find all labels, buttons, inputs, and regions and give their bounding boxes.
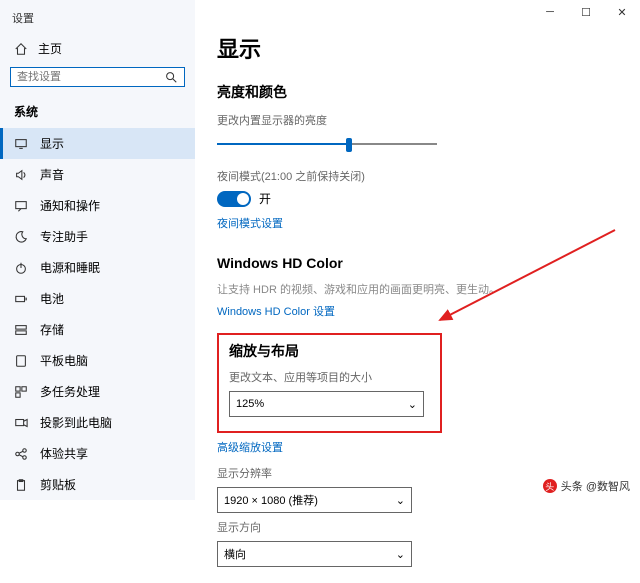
nav-item-tablet[interactable]: 平板电脑 <box>0 345 195 376</box>
hdr-link[interactable]: Windows HD Color 设置 <box>217 303 335 319</box>
nav-item-power[interactable]: 电源和睡眠 <box>0 252 195 283</box>
orientation-label: 显示方向 <box>217 519 618 535</box>
moon-icon <box>14 230 28 244</box>
watermark-logo-icon: 头 <box>543 479 557 493</box>
nav-item-focus[interactable]: 专注助手 <box>0 221 195 252</box>
brightness-heading: 亮度和颜色 <box>217 82 618 102</box>
scale-heading: 缩放与布局 <box>229 341 430 361</box>
brightness-label: 更改内置显示器的亮度 <box>217 112 618 128</box>
nav-list: 显示 声音 通知和操作 专注助手 电源和睡眠 电池 存储 平板电脑 多任务处理 … <box>0 128 195 500</box>
nav-item-sound[interactable]: 声音 <box>0 159 195 190</box>
advanced-scale-link[interactable]: 高级缩放设置 <box>217 439 283 455</box>
orientation-select[interactable]: 横向 ⌄ <box>217 541 412 567</box>
nav-item-battery[interactable]: 电池 <box>0 283 195 314</box>
main-panel: ─ ☐ ✕ 显示 亮度和颜色 更改内置显示器的亮度 夜间模式(21:00 之前保… <box>195 0 640 500</box>
app-title: 设置 <box>12 10 34 26</box>
hdr-heading: Windows HD Color <box>217 255 618 271</box>
search-input-wrap[interactable] <box>10 67 185 87</box>
group-label: 系统 <box>0 99 195 128</box>
scale-highlight-box: 缩放与布局 更改文本、应用等项目的大小 125% ⌄ <box>217 333 442 433</box>
page-title: 显示 <box>217 32 618 64</box>
chevron-down-icon: ⌄ <box>396 494 405 507</box>
home-label: 主页 <box>38 40 62 57</box>
nav-item-project[interactable]: 投影到此电脑 <box>0 407 195 438</box>
storage-icon <box>14 323 28 337</box>
nightlight-toggle[interactable] <box>217 191 251 207</box>
search-input[interactable] <box>17 71 164 83</box>
battery-icon <box>14 292 28 306</box>
resolution-select[interactable]: 1920 × 1080 (推荐) ⌄ <box>217 487 412 513</box>
monitor-icon <box>14 137 28 151</box>
nav-item-notifications[interactable]: 通知和操作 <box>0 190 195 221</box>
window-caption: ─ ☐ ✕ <box>532 0 640 24</box>
maximize-button[interactable]: ☐ <box>568 0 604 24</box>
tablet-icon <box>14 354 28 368</box>
nav-item-storage[interactable]: 存储 <box>0 314 195 345</box>
home-icon <box>14 42 28 56</box>
multitask-icon <box>14 385 28 399</box>
sidebar: 设置 主页 系统 显示 声音 通知和操作 专注助手 电源和睡眠 电池 存储 平板… <box>0 0 195 500</box>
chevron-down-icon: ⌄ <box>396 548 405 561</box>
sound-icon <box>14 168 28 182</box>
search-icon <box>164 70 178 84</box>
scale-select[interactable]: 125% ⌄ <box>229 391 424 417</box>
share-icon <box>14 447 28 461</box>
chevron-down-icon: ⌄ <box>408 398 417 411</box>
nav-item-clipboard[interactable]: 剪贴板 <box>0 469 195 500</box>
project-icon <box>14 416 28 430</box>
power-icon <box>14 261 28 275</box>
watermark: 头 头条 @数智风 <box>543 478 630 494</box>
nav-item-multitask[interactable]: 多任务处理 <box>0 376 195 407</box>
nightlight-label: 夜间模式(21:00 之前保持关闭) <box>217 168 618 184</box>
nightlight-settings-link[interactable]: 夜间模式设置 <box>217 215 283 231</box>
nav-item-display[interactable]: 显示 <box>0 128 195 159</box>
clipboard-icon <box>14 478 28 492</box>
hdr-desc: 让支持 HDR 的视频、游戏和应用的画面更明亮、更生动。 <box>217 281 618 297</box>
close-button[interactable]: ✕ <box>604 0 640 24</box>
window-title-row: 设置 <box>0 6 195 34</box>
minimize-button[interactable]: ─ <box>532 0 568 24</box>
scale-label: 更改文本、应用等项目的大小 <box>229 369 430 385</box>
nav-item-shared[interactable]: 体验共享 <box>0 438 195 469</box>
home-link[interactable]: 主页 <box>0 34 195 67</box>
brightness-slider[interactable] <box>217 134 437 154</box>
nightlight-state: 开 <box>259 190 271 207</box>
message-icon <box>14 199 28 213</box>
